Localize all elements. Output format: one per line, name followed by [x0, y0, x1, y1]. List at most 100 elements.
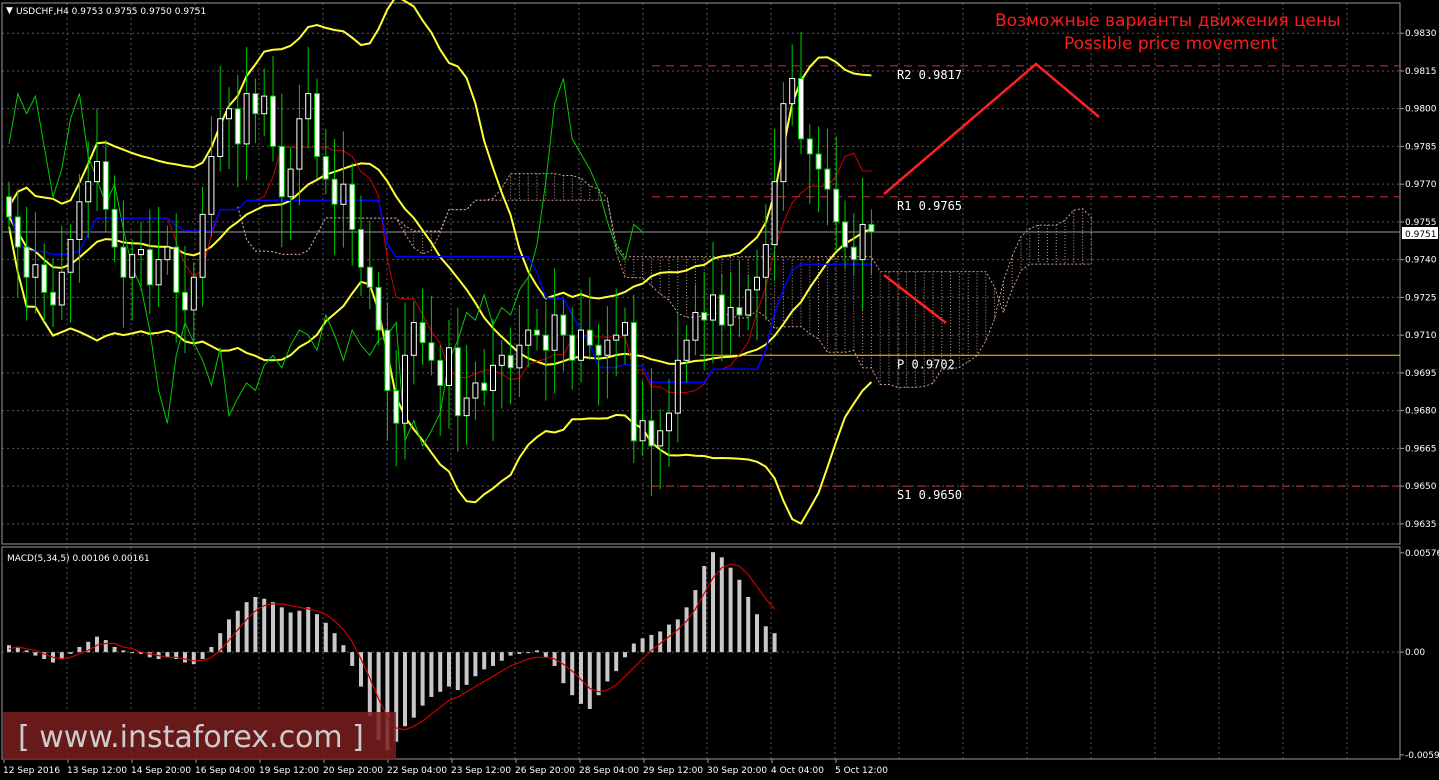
macd-bar	[112, 646, 117, 653]
candle-body	[428, 342, 435, 361]
candle-body	[745, 289, 752, 316]
candle-body	[727, 306, 734, 326]
macd-bar	[711, 552, 715, 653]
candle-body	[349, 183, 356, 230]
macd-bar	[746, 596, 751, 653]
macd-bar	[491, 652, 495, 666]
candle-body	[190, 276, 197, 311]
candle-body	[226, 108, 232, 120]
macd-label: MACD(5,34,5) 0.00106 0.00161	[7, 554, 150, 564]
chevron-down-icon[interactable]: ▼	[6, 6, 13, 16]
macd-bar	[227, 619, 231, 653]
macd-bar	[561, 652, 566, 684]
annotation-line-2: Possible price movement	[1064, 34, 1278, 54]
chart-canvas: 0.9830 0.9815 0.9800 0.9785 0.9770 0.9755 0.97…	[0, 0, 1439, 780]
candle-body	[32, 264, 39, 278]
candle-body	[296, 118, 303, 170]
macd-bar	[103, 640, 108, 653]
candle-body	[534, 329, 540, 336]
candle-body	[516, 344, 523, 369]
candle-body	[833, 188, 840, 223]
candle-body	[630, 322, 637, 442]
candle-body	[560, 314, 567, 336]
macd-bar	[332, 633, 337, 653]
macd-bar	[323, 622, 328, 653]
candle-body	[771, 181, 778, 246]
macd-bar	[130, 652, 135, 654]
macd-bar	[420, 652, 425, 706]
candle-body	[366, 266, 373, 288]
candle-body	[454, 347, 461, 417]
candle-body	[674, 359, 681, 414]
candle-body	[287, 168, 294, 198]
macd-bar	[341, 645, 346, 653]
price-tick-label: 0.9635	[1405, 520, 1437, 530]
candle-body	[393, 390, 400, 424]
macd-bar	[605, 652, 610, 682]
time-tick-label: 14 Sep 20:00	[131, 766, 191, 776]
time-tick-label: 23 Sep 12:00	[451, 766, 511, 776]
macd-bar	[271, 602, 275, 653]
candle-body	[314, 93, 320, 157]
price-tick-label: 0.9665	[1405, 444, 1437, 454]
time-tick-label: 30 Sep 20:00	[707, 766, 767, 776]
candle-body	[23, 246, 30, 278]
level-label-r2: R2 0.9817	[897, 68, 962, 82]
macd-bar	[455, 652, 460, 691]
price-tick-label: 0.9680	[1405, 407, 1437, 417]
candle-body	[683, 339, 690, 361]
candle-body	[842, 221, 848, 248]
candle-body	[798, 77, 804, 140]
candle-body	[622, 322, 628, 336]
candle-body	[199, 213, 206, 278]
macd-bar	[411, 652, 416, 718]
candle-body	[252, 93, 259, 115]
time-tick-label: 26 Sep 20:00	[515, 766, 575, 776]
price-tick-label: 0.9710	[1405, 331, 1437, 341]
time-tick-label: 16 Sep 04:00	[195, 766, 255, 776]
macd-bar	[684, 607, 689, 653]
candle-body	[525, 329, 532, 346]
macd-tick-label: 0.00576	[1405, 549, 1439, 559]
candle-body	[41, 264, 48, 293]
candle-body	[14, 216, 21, 248]
candle-body	[780, 103, 787, 183]
candle-body	[551, 314, 558, 351]
candle-body	[613, 334, 620, 341]
price-tick-label: 0.9830	[1405, 29, 1437, 39]
symbol-header: USDCHF,H4 0.9753 0.9755 0.9750 0.9751	[16, 7, 206, 17]
macd-bar	[447, 652, 451, 687]
candle-body	[278, 145, 285, 198]
annotation-line-1: Возможные варианты движения цены	[995, 11, 1341, 31]
macd-bar	[367, 652, 372, 716]
macd-bar	[253, 596, 258, 653]
price-tick-label: 0.9650	[1405, 482, 1437, 492]
price-tick-label: 0.9770	[1405, 180, 1437, 190]
macd-bar	[183, 652, 187, 663]
macd-bar	[306, 607, 311, 653]
macd-bar	[772, 633, 777, 653]
candle-body	[129, 254, 136, 278]
candle-body	[358, 228, 364, 268]
candle-body	[736, 306, 743, 316]
level-label-pivot: P 0.9702	[897, 357, 955, 371]
macd-bar	[279, 607, 284, 653]
time-tick-label: 4 Oct 04:00	[771, 766, 824, 776]
macd-bar	[464, 652, 469, 685]
candle-body	[859, 223, 866, 261]
candle-body	[375, 286, 382, 331]
time-tick-label: 12 Sep 2016	[3, 766, 60, 776]
candle-body	[305, 93, 312, 120]
macd-bar	[728, 567, 733, 653]
candle-body	[507, 354, 514, 369]
candle-body	[85, 181, 92, 203]
macd-tick-label: -0.00596	[1405, 751, 1439, 761]
candle-body	[102, 161, 109, 210]
candle-body	[498, 354, 505, 366]
macd-bar	[429, 652, 434, 697]
watermark: [ www.instaforex.com ]	[18, 720, 364, 755]
candle-body	[217, 118, 224, 157]
macd-bar	[499, 652, 504, 661]
candle-body	[762, 244, 769, 278]
candle-body	[76, 201, 83, 241]
